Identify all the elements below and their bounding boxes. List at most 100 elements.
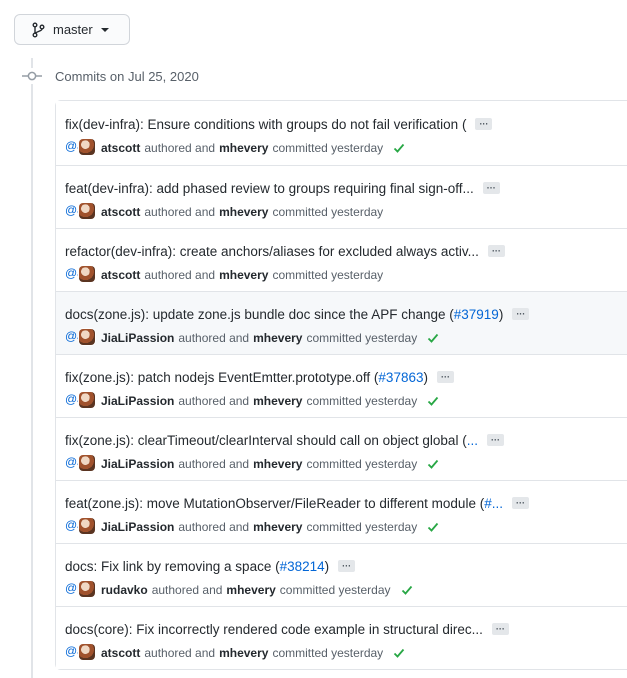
expand-message-button[interactable]: ···: [511, 497, 529, 509]
committer-avatar[interactable]: [79, 329, 95, 345]
commit-meta-line: @J JiaLiPassion authored and mhevery committ…: [65, 517, 627, 537]
authored-text: authored and: [178, 520, 250, 534]
committer-link[interactable]: mhevery: [219, 205, 268, 219]
committer-avatar[interactable]: [79, 203, 95, 219]
committer-avatar[interactable]: [79, 518, 95, 534]
commit-message-link[interactable]: fix(zone.js): patch nodejs EventEmtter.p…: [65, 370, 428, 385]
expand-message-button[interactable]: ···: [487, 245, 505, 257]
authored-text: authored and: [144, 646, 216, 660]
author-link[interactable]: JiaLiPassion: [101, 457, 174, 471]
avatar-stack[interactable]: @a: [65, 643, 95, 663]
pull-request-link[interactable]: #...: [484, 496, 503, 511]
expand-message-button[interactable]: ···: [486, 434, 504, 446]
committer-link[interactable]: mhevery: [219, 646, 268, 660]
check-icon[interactable]: [393, 647, 405, 659]
expand-message-button[interactable]: ···: [512, 308, 530, 320]
git-branch-icon: [31, 22, 45, 38]
commit-row: docs(core): Fix incorrectly rendered cod…: [56, 606, 627, 669]
commit-message-link[interactable]: fix(dev-infra): Ensure conditions with g…: [65, 117, 466, 132]
expand-message-button[interactable]: ···: [475, 118, 493, 130]
committer-link[interactable]: mhevery: [219, 268, 268, 282]
committed-time: committed yesterday: [272, 268, 384, 282]
author-link[interactable]: JiaLiPassion: [101, 331, 174, 345]
author-link[interactable]: JiaLiPassion: [101, 394, 174, 408]
committer-link[interactable]: mhevery: [253, 457, 302, 471]
authored-text: authored and: [144, 268, 216, 282]
commit-message-link[interactable]: fix(zone.js): clearTimeout/clearInterval…: [65, 433, 478, 448]
expand-message-button[interactable]: ···: [491, 623, 509, 635]
pull-request-link[interactable]: #37863: [378, 370, 423, 385]
commit-row: fix(zone.js): patch nodejs EventEmtter.p…: [56, 354, 627, 417]
committer-avatar[interactable]: [79, 644, 95, 660]
committed-time: committed yesterday: [272, 141, 384, 155]
commit-meta-line: @a atscott authored and mhevery committed ye…: [65, 202, 627, 222]
committed-time: committed yesterday: [272, 646, 384, 660]
authored-text: authored and: [151, 583, 223, 597]
expand-message-button[interactable]: ···: [482, 182, 500, 194]
commit-row: docs: Fix link by removing a space (#382…: [56, 543, 627, 606]
committer-avatar[interactable]: [79, 392, 95, 408]
avatar-stack[interactable]: @r: [65, 580, 95, 600]
committed-time: committed yesterday: [272, 205, 384, 219]
commit-message-link[interactable]: docs: Fix link by removing a space (#382…: [65, 559, 329, 574]
avatar-stack[interactable]: @J: [65, 454, 95, 474]
commit-row: feat(zone.js): move MutationObserver/Fil…: [56, 480, 627, 543]
commit-title-line: refactor(dev-infra): create anchors/alia…: [65, 242, 627, 260]
check-icon[interactable]: [427, 332, 439, 344]
author-link[interactable]: atscott: [101, 646, 140, 660]
branch-select-button[interactable]: master: [14, 14, 130, 45]
check-icon[interactable]: [401, 584, 413, 596]
author-link[interactable]: rudavko: [101, 583, 148, 597]
committer-avatar[interactable]: [79, 139, 95, 155]
check-icon[interactable]: [393, 142, 405, 154]
committer-link[interactable]: mhevery: [253, 520, 302, 534]
commit-title-line: docs: Fix link by removing a space (#382…: [65, 557, 627, 575]
commit-message-link[interactable]: docs(zone.js): update zone.js bundle doc…: [65, 307, 503, 322]
author-link[interactable]: JiaLiPassion: [101, 520, 174, 534]
expand-message-button[interactable]: ···: [436, 371, 454, 383]
commit-title-line: fix(zone.js): patch nodejs EventEmtter.p…: [65, 368, 627, 386]
commit-message-link[interactable]: refactor(dev-infra): create anchors/alia…: [65, 244, 479, 259]
author-link[interactable]: atscott: [101, 141, 140, 155]
commit-list: fix(dev-infra): Ensure conditions with g…: [55, 100, 627, 670]
committer-link[interactable]: mhevery: [253, 331, 302, 345]
committer-link[interactable]: mhevery: [253, 394, 302, 408]
authored-text: authored and: [144, 205, 216, 219]
chevron-down-icon: [100, 27, 109, 32]
committed-time: committed yesterday: [306, 394, 418, 408]
commit-row: fix(zone.js): clearTimeout/clearInterval…: [56, 417, 627, 480]
author-link[interactable]: atscott: [101, 268, 140, 282]
avatar-stack[interactable]: @a: [65, 265, 95, 285]
pull-request-link[interactable]: ...: [467, 433, 478, 448]
committer-avatar[interactable]: [79, 266, 95, 282]
committer-avatar[interactable]: [79, 581, 95, 597]
git-commit-icon: [22, 68, 42, 84]
authored-text: authored and: [178, 394, 250, 408]
committed-time: committed yesterday: [279, 583, 391, 597]
commit-meta-line: @r rudavko authored and mhevery committed ye…: [65, 580, 627, 600]
commit-message-link[interactable]: feat(dev-infra): add phased review to gr…: [65, 181, 474, 196]
avatar-stack[interactable]: @a: [65, 202, 95, 222]
committer-link[interactable]: mhevery: [226, 583, 275, 597]
committer-avatar[interactable]: [79, 455, 95, 471]
avatar-stack[interactable]: @J: [65, 391, 95, 411]
expand-message-button[interactable]: ···: [338, 560, 356, 572]
committer-link[interactable]: mhevery: [219, 141, 268, 155]
check-icon[interactable]: [427, 458, 439, 470]
check-icon[interactable]: [427, 521, 439, 533]
commit-message-link[interactable]: feat(zone.js): move MutationObserver/Fil…: [65, 496, 503, 511]
commit-title-line: fix(dev-infra): Ensure conditions with g…: [65, 115, 627, 133]
commit-row: docs(zone.js): update zone.js bundle doc…: [56, 291, 627, 354]
pull-request-link[interactable]: #37919: [454, 307, 499, 322]
commit-title-line: feat(dev-infra): add phased review to gr…: [65, 179, 627, 197]
commit-row: feat(dev-infra): add phased review to gr…: [56, 165, 627, 228]
commit-meta-line: @J JiaLiPassion authored and mhevery committ…: [65, 328, 627, 348]
author-link[interactable]: atscott: [101, 205, 140, 219]
avatar-stack[interactable]: @J: [65, 517, 95, 537]
avatar-stack[interactable]: @J: [65, 328, 95, 348]
avatar-stack[interactable]: @a: [65, 138, 95, 158]
check-icon[interactable]: [427, 395, 439, 407]
pull-request-link[interactable]: #38214: [280, 559, 325, 574]
commit-title-line: feat(zone.js): move MutationObserver/Fil…: [65, 494, 627, 512]
commit-message-link[interactable]: docs(core): Fix incorrectly rendered cod…: [65, 622, 483, 637]
